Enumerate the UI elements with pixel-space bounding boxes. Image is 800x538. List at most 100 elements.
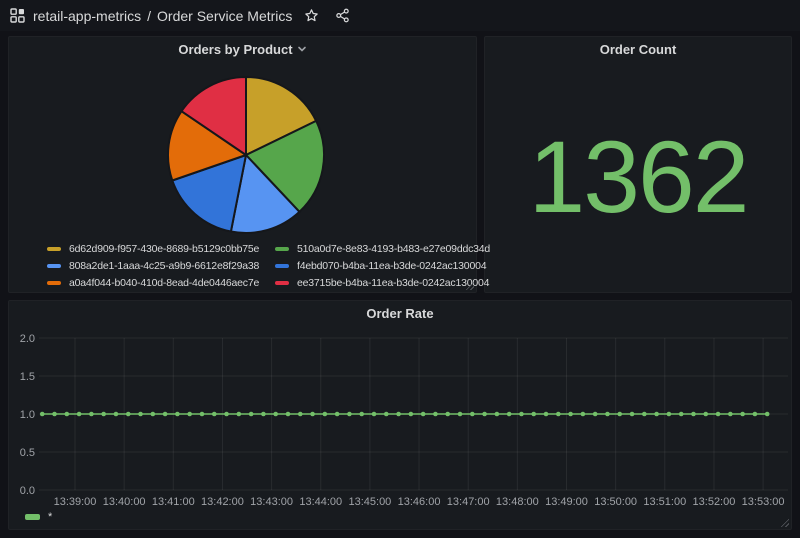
grafana-dashboard: retail-app-metrics / Order Service Metri…: [0, 0, 800, 538]
data-point: [581, 412, 586, 417]
data-point: [531, 412, 536, 417]
x-tick-label: 13:39:00: [54, 496, 97, 508]
data-point: [89, 412, 94, 417]
data-point: [212, 412, 217, 417]
data-point: [593, 412, 598, 417]
x-tick-label: 13:41:00: [152, 496, 195, 508]
data-point: [667, 412, 672, 417]
time-series-chart[interactable]: 0.00.51.01.52.013:39:0013:40:0013:41:001…: [9, 301, 791, 529]
panel-title: Order Count: [600, 42, 677, 57]
panel-title: Order Rate: [366, 306, 433, 321]
pie-legend-item[interactable]: 6d62d909-f957-430e-8689-b5129c0bb75e: [47, 243, 253, 255]
data-point: [556, 412, 561, 417]
data-point: [470, 412, 475, 417]
x-tick-label: 13:52:00: [693, 496, 736, 508]
breadcrumb-dashboard[interactable]: Order Service Metrics: [157, 8, 292, 24]
share-icon[interactable]: [335, 8, 350, 23]
data-point: [298, 412, 303, 417]
data-point: [359, 412, 364, 417]
x-tick-label: 13:46:00: [398, 496, 441, 508]
series-color-swatch: [275, 247, 289, 251]
series-legend-label: 510a0d7e-8e83-4193-b483-e27e09ddc34d: [297, 243, 490, 255]
data-point: [200, 412, 205, 417]
data-point: [433, 412, 438, 417]
series-legend-label: ee3715be-b4ba-11ea-b3de-0242ac130004: [297, 277, 489, 289]
data-point: [175, 412, 180, 417]
series-color-swatch: [25, 514, 40, 520]
series-color-swatch: [47, 247, 61, 251]
data-point: [753, 412, 758, 417]
y-tick-label: 1.5: [20, 371, 35, 383]
order-count-value: 1362: [529, 126, 748, 228]
data-point: [286, 412, 291, 417]
y-tick-label: 0.0: [20, 485, 35, 497]
data-point: [617, 412, 622, 417]
data-point: [384, 412, 389, 417]
panel-order-rate: Order Rate 0.00.51.01.52.013:39:0013:40:…: [8, 300, 792, 530]
data-point: [495, 412, 500, 417]
data-point: [273, 412, 278, 417]
data-point: [347, 412, 352, 417]
breadcrumb-separator: /: [147, 8, 151, 24]
series-legend-label: 808a2de1-1aaa-4c25-a9b9-6612e8f29a38: [69, 260, 259, 272]
breadcrumb-folder[interactable]: retail-app-metrics: [33, 8, 141, 24]
data-point: [421, 412, 426, 417]
data-point: [224, 412, 229, 417]
data-point: [728, 412, 733, 417]
data-point: [237, 412, 242, 417]
data-point: [740, 412, 745, 417]
panel-order-count: Order Count 1362: [484, 36, 792, 293]
series-legend-label: a0a4f044-b040-410d-8ead-4de0446aec7e: [69, 277, 259, 289]
pie-legend-item[interactable]: 510a0d7e-8e83-4193-b483-e27e09ddc34d: [275, 243, 490, 255]
y-tick-label: 0.5: [20, 447, 35, 459]
panel-menu-order-count[interactable]: Order Count: [485, 37, 791, 61]
data-point: [114, 412, 119, 417]
data-point: [151, 412, 156, 417]
data-point: [138, 412, 143, 417]
y-tick-label: 2.0: [20, 333, 35, 345]
series-legend-label: f4ebd070-b4ba-11ea-b3de-0242ac130004: [297, 260, 486, 272]
data-point: [261, 412, 266, 417]
pie-legend: 6d62d909-f957-430e-8689-b5129c0bb75e 510a…: [47, 243, 490, 289]
pie-legend-item[interactable]: f4ebd070-b4ba-11ea-b3de-0242ac130004: [275, 260, 490, 272]
data-point: [163, 412, 168, 417]
x-tick-label: 13:51:00: [643, 496, 686, 508]
data-point: [703, 412, 708, 417]
data-point: [372, 412, 377, 417]
data-point: [458, 412, 463, 417]
data-point: [642, 412, 647, 417]
data-point: [482, 412, 487, 417]
data-point: [716, 412, 721, 417]
panel-menu-order-rate[interactable]: Order Rate: [9, 301, 791, 325]
data-point: [630, 412, 635, 417]
pie-legend-item[interactable]: 808a2de1-1aaa-4c25-a9b9-6612e8f29a38: [47, 260, 253, 272]
data-point: [101, 412, 106, 417]
data-point: [310, 412, 315, 417]
data-point: [605, 412, 610, 417]
data-point: [77, 412, 82, 417]
data-point: [765, 412, 770, 417]
series-legend-item[interactable]: *: [25, 511, 52, 523]
x-tick-label: 13:50:00: [594, 496, 637, 508]
series-color-swatch: [47, 281, 61, 285]
series-color-swatch: [47, 264, 61, 268]
series-color-swatch: [275, 264, 289, 268]
dashboard-topbar: retail-app-metrics / Order Service Metri…: [0, 0, 800, 31]
panel-title: Orders by Product: [178, 42, 292, 57]
x-tick-label: 13:53:00: [742, 496, 785, 508]
x-tick-label: 13:43:00: [250, 496, 293, 508]
series-legend-label: *: [48, 511, 52, 523]
panel-menu-orders-by-product[interactable]: Orders by Product: [9, 37, 476, 61]
series-color-swatch: [275, 281, 289, 285]
star-icon[interactable]: [304, 8, 319, 23]
x-tick-label: 13:47:00: [447, 496, 490, 508]
x-tick-label: 13:42:00: [201, 496, 244, 508]
pie-legend-item[interactable]: a0a4f044-b040-410d-8ead-4de0446aec7e: [47, 277, 253, 289]
data-point: [445, 412, 450, 417]
apps-grid-icon[interactable]: [10, 8, 25, 23]
x-tick-label: 13:40:00: [103, 496, 146, 508]
pie-legend-item[interactable]: ee3715be-b4ba-11ea-b3de-0242ac130004: [275, 277, 490, 289]
data-point: [544, 412, 549, 417]
x-tick-label: 13:44:00: [299, 496, 342, 508]
chevron-down-icon: [297, 44, 307, 54]
